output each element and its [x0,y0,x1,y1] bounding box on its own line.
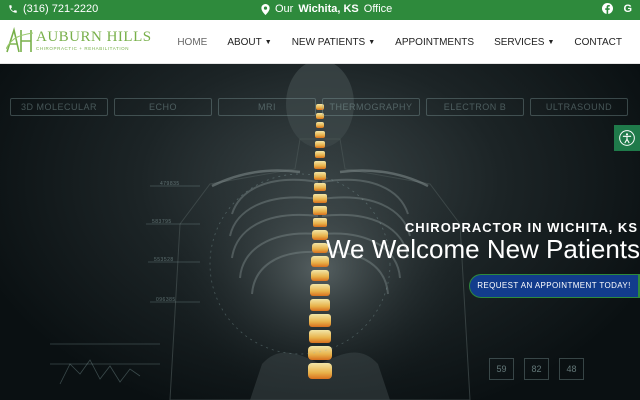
phone-link[interactable]: (316) 721-2220 [8,3,98,15]
hud-label: 479835 [160,181,180,187]
logo-tagline: CHIROPRACTIC + REHABILITATION [36,45,130,51]
hud-readout: 82 [524,358,549,380]
accessibility-icon [619,130,635,146]
nav-about-label: ABOUT [227,36,262,48]
office-location[interactable]: Our Wichita, KS Office [261,3,392,15]
hud-label: 553528 [154,257,174,263]
caret-down-icon: ▼ [547,38,555,46]
map-pin-icon [261,3,270,15]
google-icon[interactable]: G [623,3,632,15]
nav-services[interactable]: SERVICES ▼ [494,37,554,48]
nav-appointments-label: APPOINTMENTS [395,36,475,48]
nav-home-label: HOME [177,36,208,48]
imaging-tab: MRI [218,98,316,116]
imaging-tab: THERMOGRAPHY [322,98,420,116]
imaging-tab: ELECTRON B [426,98,524,116]
nav-appointments[interactable]: APPOINTMENTS [395,37,474,48]
nav-contact-label: CONTACT [574,36,622,48]
hud-readouts: 59 82 48 [489,358,584,380]
logo-name: AUBURN HILLS [36,28,152,45]
hud-label: 583795 [152,219,172,225]
nav-contact[interactable]: CONTACT [574,37,622,48]
office-suffix: Office [363,3,393,15]
imaging-tab: 3D MOLECULAR [10,98,108,116]
hero-banner: 3D MOLECULAR ECHO MRI THERMOGRAPHY ELECT… [0,64,640,400]
hud-label: 096385 [156,297,176,303]
facebook-icon[interactable] [602,3,614,15]
phone-number: (316) 721-2220 [23,3,99,15]
office-prefix: Our [275,3,294,15]
phone-icon [9,5,17,13]
logo-mark-icon [6,27,34,53]
caret-down-icon: ▼ [368,38,376,46]
caret-down-icon: ▼ [264,38,272,46]
imaging-tab: ECHO [114,98,212,116]
imaging-tabs: 3D MOLECULAR ECHO MRI THERMOGRAPHY ELECT… [10,98,630,116]
logo[interactable]: AUBURN HILLS CHIROPRACTIC + REHABILITATI… [6,27,152,53]
main-nav: HOME ABOUT ▼ NEW PATIENTS ▼ APPOINTMENTS… [177,20,640,64]
accessibility-button[interactable] [614,125,640,151]
office-city: Wichita, KS [298,3,359,15]
nav-home[interactable]: HOME [177,37,207,48]
hud-readout: 48 [559,358,584,380]
request-appointment-button[interactable]: REQUEST AN APPOINTMENT TODAY! [470,275,640,297]
nav-services-label: SERVICES [494,36,545,48]
site-header: AUBURN HILLS CHIROPRACTIC + REHABILITATI… [0,20,640,64]
top-bar: (316) 721-2220 Our Wichita, KS Office G [0,0,640,20]
nav-about[interactable]: ABOUT ▼ [227,37,271,48]
nav-new-patients[interactable]: NEW PATIENTS ▼ [292,37,375,48]
hud-readout: 59 [489,358,514,380]
nav-new-patients-label: NEW PATIENTS [291,36,366,48]
social-links: G [602,3,632,15]
hero-subtitle: CHIROPRACTOR IN WICHITA, KS [404,220,638,235]
hero-title: We Welcome New Patients [325,234,640,264]
imaging-tab: ULTRASOUND [530,98,628,116]
